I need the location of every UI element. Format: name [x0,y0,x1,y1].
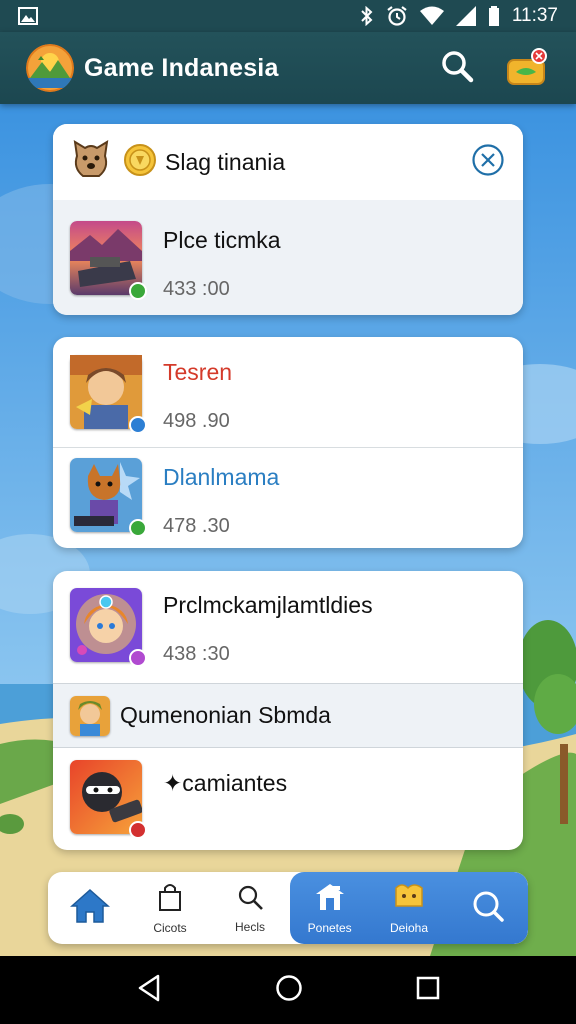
wifi-icon [419,6,444,26]
status-badge [129,519,147,537]
list-item[interactable]: Qumenonian Sbmda [53,683,523,747]
landscape-logo-icon[interactable] [26,44,74,92]
item-title: Plce ticmka [163,227,281,253]
bag-icon [156,882,184,917]
status-bar: 11:37 [0,0,576,32]
list-item[interactable]: Dlanlmama 478 .30 [53,447,523,548]
battery-icon [488,6,500,26]
status-badge [129,821,147,839]
gift-icon[interactable] [506,48,550,88]
item-title: ✦camiantes [163,770,288,796]
card-slag-tinania: Slag tinania Plce ticmka 433 :00 [53,124,523,315]
alarm-icon [386,5,408,27]
search-icon [236,883,264,916]
item-title: Qumenonian Sbmda [120,702,331,728]
signal-icon [455,6,476,26]
list-item[interactable]: Tesren 498 .90 [53,337,523,447]
bluetooth-icon [360,6,374,26]
game-thumbnail [70,355,147,434]
nav-cicots[interactable]: Cicots [130,872,210,944]
nav-label: Cicots [153,920,187,935]
item-value: 433 :00 [163,278,230,300]
item-value: 478 .30 [163,515,230,537]
status-badge [129,416,147,434]
recents-icon[interactable] [416,976,440,1005]
back-icon[interactable] [136,974,162,1007]
clock-time: 11:37 [511,5,558,26]
item-value: 438 :30 [163,643,230,665]
home-circle-icon[interactable] [275,974,303,1007]
close-icon[interactable] [471,143,505,182]
card-title: Slag tinania [165,148,286,175]
search-icon [471,889,505,928]
item-title: Prclmckamjlamtldies [163,592,373,618]
nav-label: Ponetes [307,920,352,935]
dog-icon [71,138,111,187]
image-icon [18,7,38,25]
system-navigation-bar [0,956,576,1024]
game-thumbnail [70,221,147,300]
nav-label: Deioha [389,920,428,935]
puzzle-icon [392,882,426,917]
item-title: Dlanlmama [163,464,280,490]
list-item[interactable]: ✦camiantes [53,747,523,849]
coin-icon [123,143,157,182]
store-icon [314,882,346,917]
status-badge [129,649,147,667]
home-icon [70,888,110,929]
search-icon[interactable] [440,49,474,88]
item-title: Tesren [163,359,233,385]
bottom-navigation: Cicots Hecls Ponetes Deioha [48,872,528,944]
nav-ponetes[interactable]: Ponetes [290,872,369,944]
nav-search[interactable] [449,872,528,944]
app-title: Game Indanesia [84,53,279,82]
status-badge [129,282,147,300]
nav-hecls[interactable]: Hecls [210,872,290,944]
list-item[interactable]: Prclmckamjlamtldies 438 :30 [53,571,523,683]
game-thumbnail [70,760,147,839]
nav-home[interactable] [50,872,130,944]
item-value: 498 .90 [163,410,230,432]
card-list-2: Tesren 498 .90 Dlanlmama 478 .30 [53,337,523,548]
game-thumbnail [70,588,147,667]
nav-active-group: Ponetes Deioha [290,872,528,944]
nav-label: Hecls [234,919,265,934]
app-bar: Game Indanesia [0,32,576,104]
nav-deioha[interactable]: Deioha [369,872,448,944]
game-thumbnail [70,695,110,736]
game-thumbnail [70,458,147,537]
card-header: Slag tinania [53,124,523,200]
card-list-3: Prclmckamjlamtldies 438 :30 Qumenonian S… [53,571,523,850]
list-item[interactable]: Plce ticmka 433 :00 [53,200,523,315]
